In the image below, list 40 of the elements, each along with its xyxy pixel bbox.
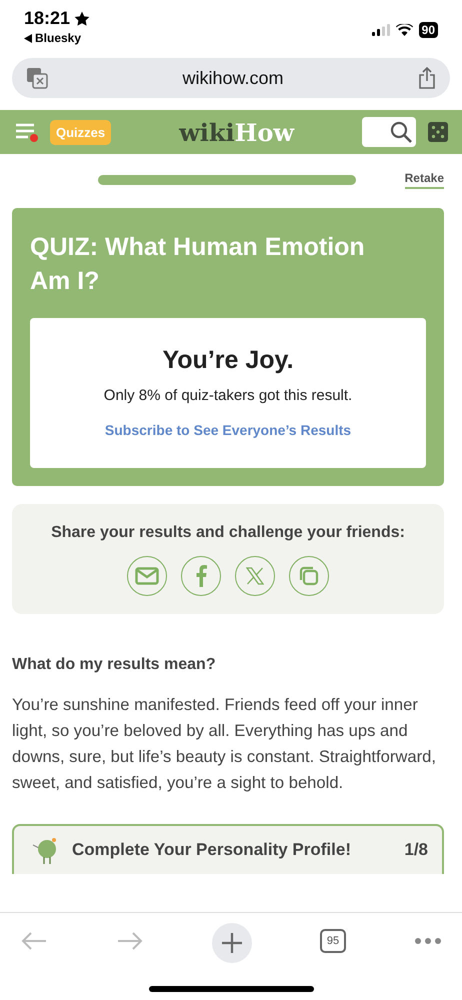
search-field[interactable]	[362, 117, 416, 147]
back-triangle-icon	[24, 34, 32, 42]
translate-icon[interactable]	[26, 67, 48, 89]
result-title: You’re Joy.	[162, 346, 294, 375]
profile-count: 1/8	[404, 840, 428, 860]
star-icon	[74, 10, 90, 26]
more-icon	[414, 937, 442, 945]
results-paragraph: You’re sunshine manifested. Friends feed off your inner light, so you’re beloved by all. Everything has ups and downs, sure, but life’s beauty is constant. Straightforward, sweet, and satisfied, you’re a sight to behold.	[12, 694, 437, 794]
search-icon	[390, 121, 412, 143]
left-arrow-icon	[20, 931, 48, 951]
x-logo-icon	[246, 567, 264, 585]
copy-icon	[299, 566, 319, 586]
result-statistic: Only 8% of quiz-takers got this result.	[104, 387, 352, 404]
retake-link[interactable]: Retake	[404, 171, 444, 189]
wikihow-logo[interactable]: wikiHow	[123, 118, 350, 146]
quiz-title: QUIZ: What Human Emotion Am I?	[30, 232, 366, 297]
share-button[interactable]	[289, 556, 329, 596]
profile-title: Complete Your Personality Profile!	[72, 840, 352, 860]
new-tab-button[interactable]	[212, 923, 252, 963]
wifi-icon	[396, 24, 413, 36]
profile-card[interactable]: Complete Your Personality Profile! 1/8	[12, 824, 444, 874]
results-heading: What do my results mean?	[12, 656, 217, 674]
url-text[interactable]: wikihow.com	[182, 68, 284, 88]
share-button[interactable]	[127, 556, 167, 596]
battery-level: 90	[418, 22, 438, 38]
facebook-icon	[195, 565, 207, 587]
share-heading: Share your results and challenge your friends:	[51, 524, 405, 542]
menu-icon[interactable]	[14, 121, 38, 143]
share-button[interactable]	[235, 556, 275, 596]
right-arrow-icon	[116, 931, 144, 951]
mail-icon	[135, 567, 159, 585]
dice-icon[interactable]	[428, 122, 448, 142]
back-to-app-link[interactable]: Bluesky	[35, 31, 82, 45]
signal-icon	[372, 24, 390, 36]
share-icon[interactable]	[418, 67, 436, 89]
tabs-button[interactable]: 95	[320, 929, 346, 953]
status-time: 18:21	[24, 8, 70, 29]
plus-icon	[221, 932, 243, 954]
share-button[interactable]	[181, 556, 221, 596]
subscribe-link[interactable]: Subscribe to See Everyone’s Results	[104, 422, 352, 438]
